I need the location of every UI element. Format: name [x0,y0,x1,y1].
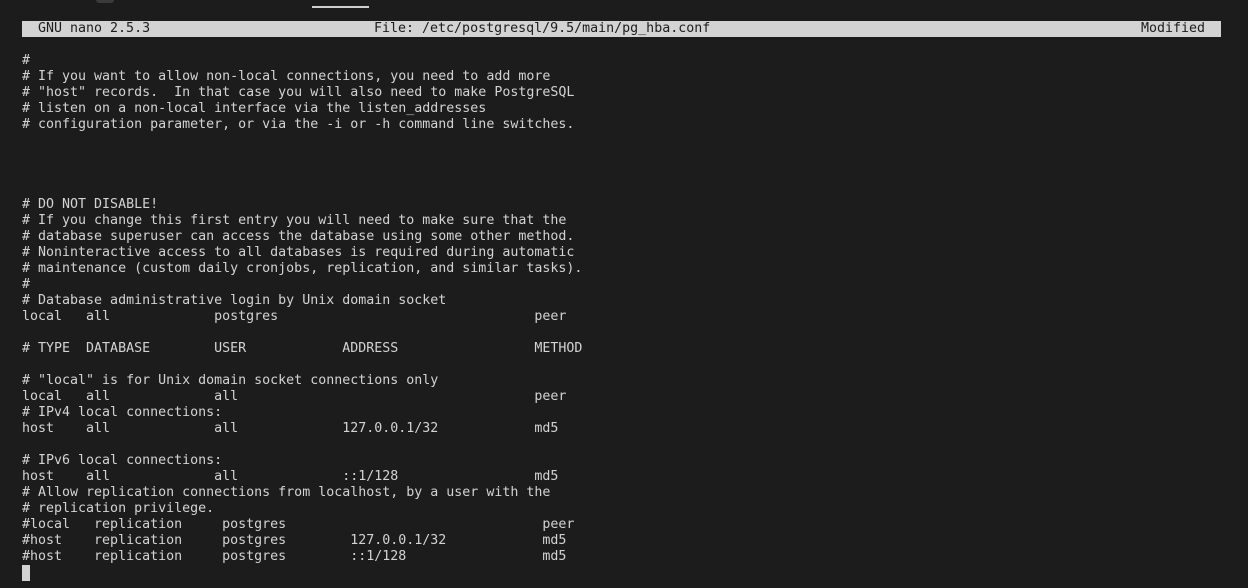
editor-line[interactable]: # Noninteractive access to all databases… [22,245,582,261]
editor-line[interactable]: #host replication postgres ::1/128 md5 [22,549,582,565]
nano-title-bar: GNU nano 2.5.3 File: /etc/postgresql/9.5… [22,21,1221,37]
editor-line[interactable]: local all postgres peer [22,309,582,325]
text-cursor [22,565,30,581]
editor-line[interactable]: # Allow replication connections from loc… [22,485,582,501]
editor-line[interactable] [22,437,582,453]
editor-line[interactable]: # IPv4 local connections: [22,405,582,421]
editor-line[interactable] [22,181,582,197]
editor-line[interactable]: # DO NOT DISABLE! [22,197,582,213]
browser-top-strip [0,0,1248,14]
editor-line[interactable]: # TYPE DATABASE USER ADDRESS METHOD [22,341,582,357]
editor-line[interactable]: # [22,277,582,293]
file-path: File: /etc/postgresql/9.5/main/pg_hba.co… [374,21,711,36]
editor-line[interactable]: host all all 127.0.0.1/32 md5 [22,421,582,437]
editor-line[interactable]: host all all ::1/128 md5 [22,469,582,485]
editor-line[interactable] [22,149,582,165]
editor-line[interactable]: # replication privilege. [22,501,582,517]
editor-line[interactable]: # configuration parameter, or via the -i… [22,117,582,133]
editor-line[interactable]: # listen on a non-local interface via th… [22,101,582,117]
cursor-line[interactable] [22,565,582,581]
editor-line[interactable]: # "local" is for Unix domain socket conn… [22,373,582,389]
editor-line[interactable]: # Database administrative login by Unix … [22,293,582,309]
editor-line[interactable] [22,325,582,341]
editor-text-area[interactable]: # # If you want to allow non-local connec… [22,53,582,581]
editor-line[interactable]: local all all peer [22,389,582,405]
editor-line[interactable] [22,133,582,149]
editor-line[interactable]: #host replication postgres 127.0.0.1/32 … [22,533,582,549]
editor-line[interactable]: # If you want to allow non-local connect… [22,69,582,85]
editor-line[interactable]: # "host" records. In that case you will … [22,85,582,101]
active-tab-indicator[interactable] [312,6,369,8]
editor-line[interactable] [22,357,582,373]
editor-line[interactable]: #local replication postgres peer [22,517,582,533]
modified-status: Modified [1140,21,1205,36]
editor-line[interactable]: # IPv6 local connections: [22,453,582,469]
editor-line[interactable] [22,165,582,181]
editor-line[interactable]: # maintenance (custom daily cronjobs, re… [22,261,582,277]
tab-icon [96,0,114,3]
editor-line[interactable]: # database superuser can access the data… [22,229,582,245]
app-version: GNU nano 2.5.3 [38,21,151,36]
editor-line[interactable]: # [22,53,582,69]
editor-line[interactable]: # If you change this first entry you wil… [22,213,582,229]
